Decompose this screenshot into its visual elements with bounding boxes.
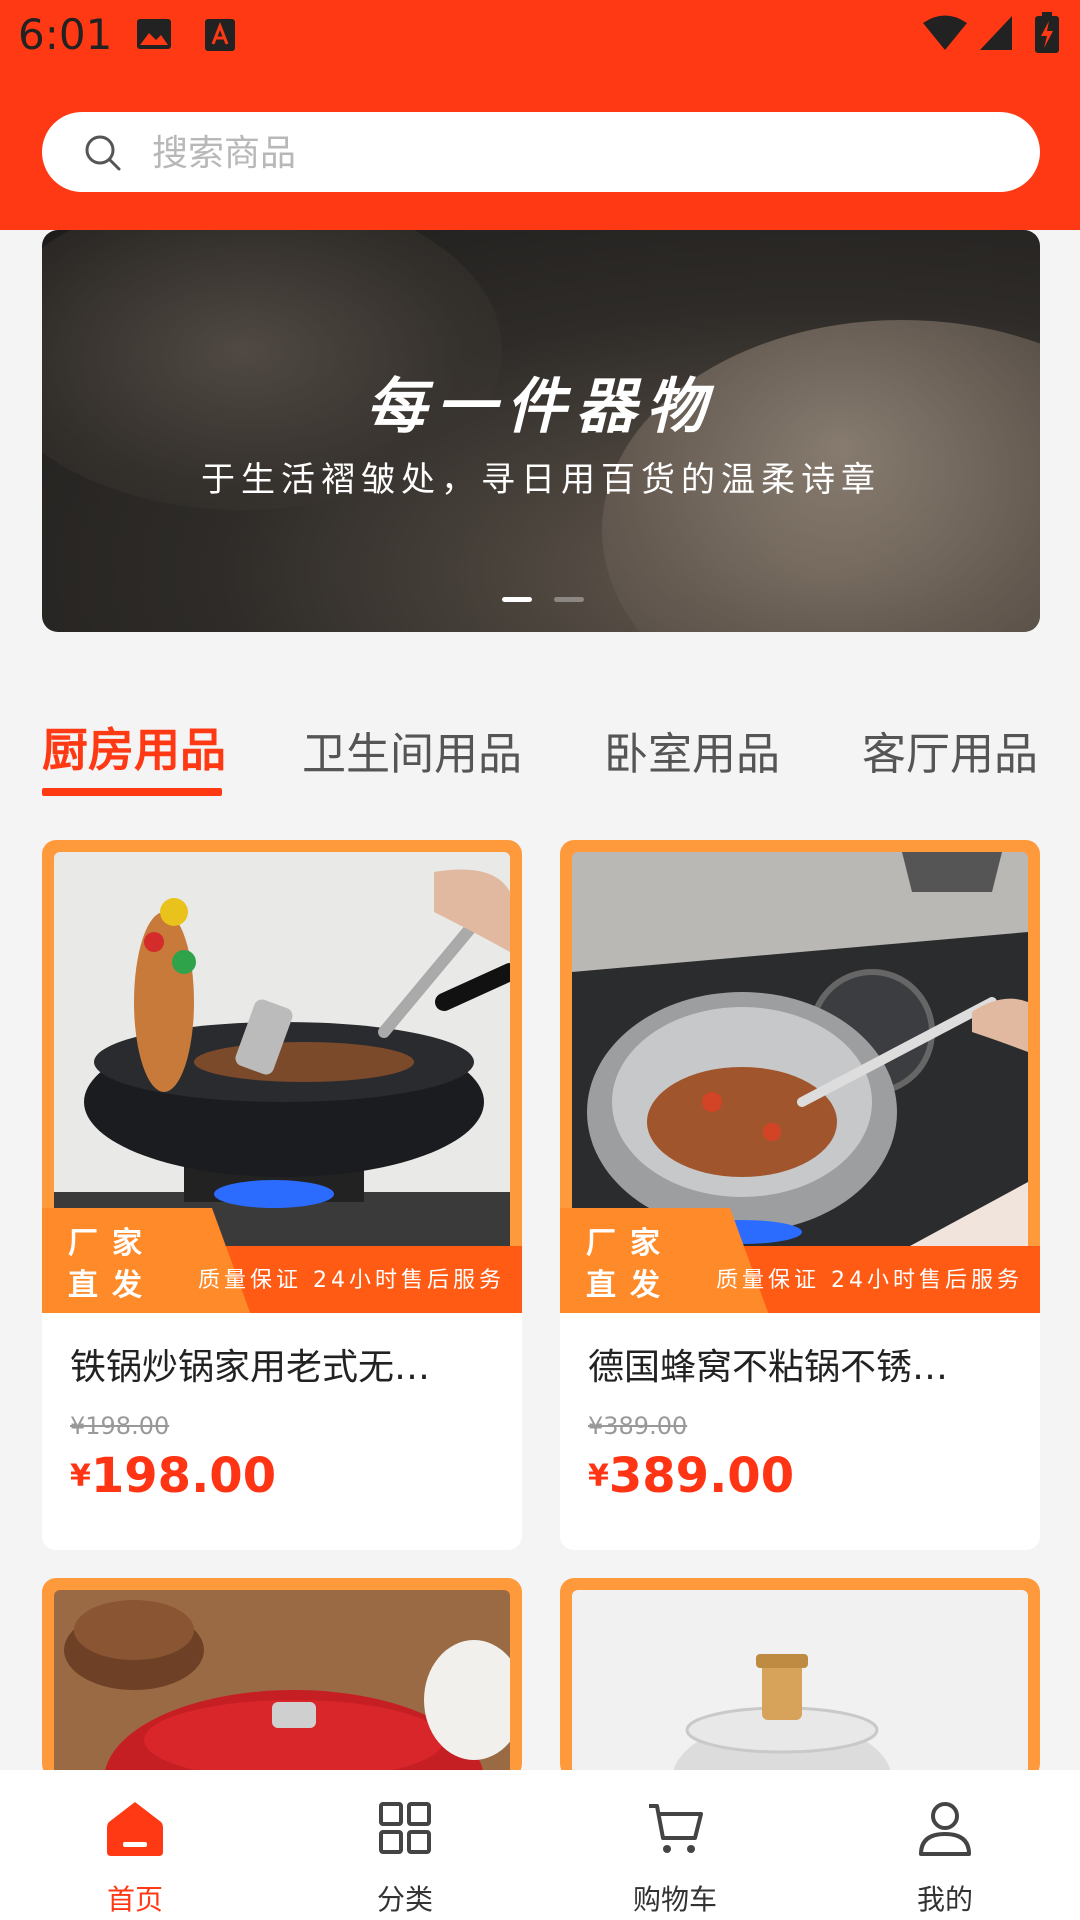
- search-input[interactable]: [150, 112, 954, 194]
- price-value: 198.00: [90, 1448, 277, 1504]
- promo-tag-line2: 直发: [68, 1268, 156, 1303]
- tab-bedroom[interactable]: 卧室用品: [604, 718, 780, 782]
- banner-subtitle: 于生活褶皱处，寻日用百货的温柔诗章: [201, 460, 881, 500]
- nav-profile[interactable]: 我的: [810, 1770, 1080, 1920]
- wifi-icon: [922, 14, 968, 56]
- product-price: ¥198.00: [70, 1448, 276, 1504]
- product-card[interactable]: 厂家 直发 质量保证 24小时售后服务 铁锅炒锅家用老式无… ¥198.00 ¥…: [42, 840, 522, 1550]
- product-name: 德国蜂窝不粘锅不锈…: [588, 1347, 949, 1388]
- original-price: ¥198.00: [70, 1412, 170, 1440]
- status-time: 6:01: [18, 10, 113, 59]
- app-notification-icon: [204, 18, 236, 56]
- promo-banner: 厂家 直发 质量保证 24小时售后服务: [560, 1208, 1040, 1313]
- home-icon: [105, 1798, 165, 1858]
- price-value: 389.00: [608, 1448, 795, 1504]
- nav-label: 首页: [106, 1883, 163, 1916]
- banner-title: 每一件器物: [366, 372, 716, 442]
- search-bar[interactable]: [42, 112, 1040, 194]
- promo-tag-line1: 厂家: [586, 1226, 674, 1261]
- active-tab-indicator: [42, 788, 222, 796]
- tab-living-room[interactable]: 客厅用品: [862, 718, 1038, 782]
- product-image: [54, 1590, 510, 1778]
- promo-text: 质量保证 24小时售后服务: [198, 1268, 505, 1293]
- carousel-dot-active[interactable]: [502, 597, 532, 602]
- nav-home[interactable]: 首页: [0, 1770, 270, 1920]
- promo-banner: 厂家 直发 质量保证 24小时售后服务: [42, 1208, 522, 1313]
- nav-category[interactable]: 分类: [270, 1770, 540, 1920]
- product-card[interactable]: [42, 1578, 522, 1778]
- image-notification-icon: [136, 18, 172, 54]
- cellular-signal-icon: [978, 14, 1014, 56]
- banner-carousel[interactable]: 每一件器物 于生活褶皱处，寻日用百货的温柔诗章: [42, 230, 1040, 632]
- product-card[interactable]: 厂家 直发 质量保证 24小时售后服务 德国蜂窝不粘锅不锈… ¥389.00 ¥…: [560, 840, 1040, 1550]
- search-icon: [84, 134, 122, 176]
- cart-icon: [645, 1798, 705, 1858]
- nav-label: 我的: [916, 1883, 973, 1916]
- bottom-navigation: 首页 分类 购物车 我的: [0, 1770, 1080, 1920]
- product-card[interactable]: [560, 1578, 1040, 1778]
- currency-symbol: ¥: [70, 1458, 91, 1494]
- tab-bathroom[interactable]: 卫生间用品: [302, 718, 522, 782]
- product-name: 铁锅炒锅家用老式无…: [70, 1347, 431, 1388]
- nav-label: 分类: [376, 1883, 433, 1916]
- header: [0, 72, 1080, 230]
- tab-kitchen[interactable]: 厨房用品: [42, 714, 226, 780]
- carousel-dot[interactable]: [554, 597, 584, 602]
- user-icon: [915, 1798, 975, 1858]
- promo-text: 质量保证 24小时售后服务: [716, 1268, 1023, 1293]
- currency-symbol: ¥: [588, 1458, 609, 1494]
- original-price: ¥389.00: [588, 1412, 688, 1440]
- product-image: [572, 1590, 1028, 1778]
- promo-tag-line2: 直发: [586, 1268, 674, 1303]
- nav-cart[interactable]: 购物车: [540, 1770, 810, 1920]
- nav-label: 购物车: [632, 1883, 717, 1916]
- category-tabs: 厨房用品 卫生间用品 卧室用品 客厅用品: [0, 700, 1080, 810]
- promo-tag-line1: 厂家: [68, 1226, 156, 1261]
- product-price: ¥389.00: [588, 1448, 794, 1504]
- category-icon: [375, 1798, 435, 1858]
- status-bar: 6:01: [0, 0, 1080, 72]
- battery-charging-icon: [1034, 12, 1060, 58]
